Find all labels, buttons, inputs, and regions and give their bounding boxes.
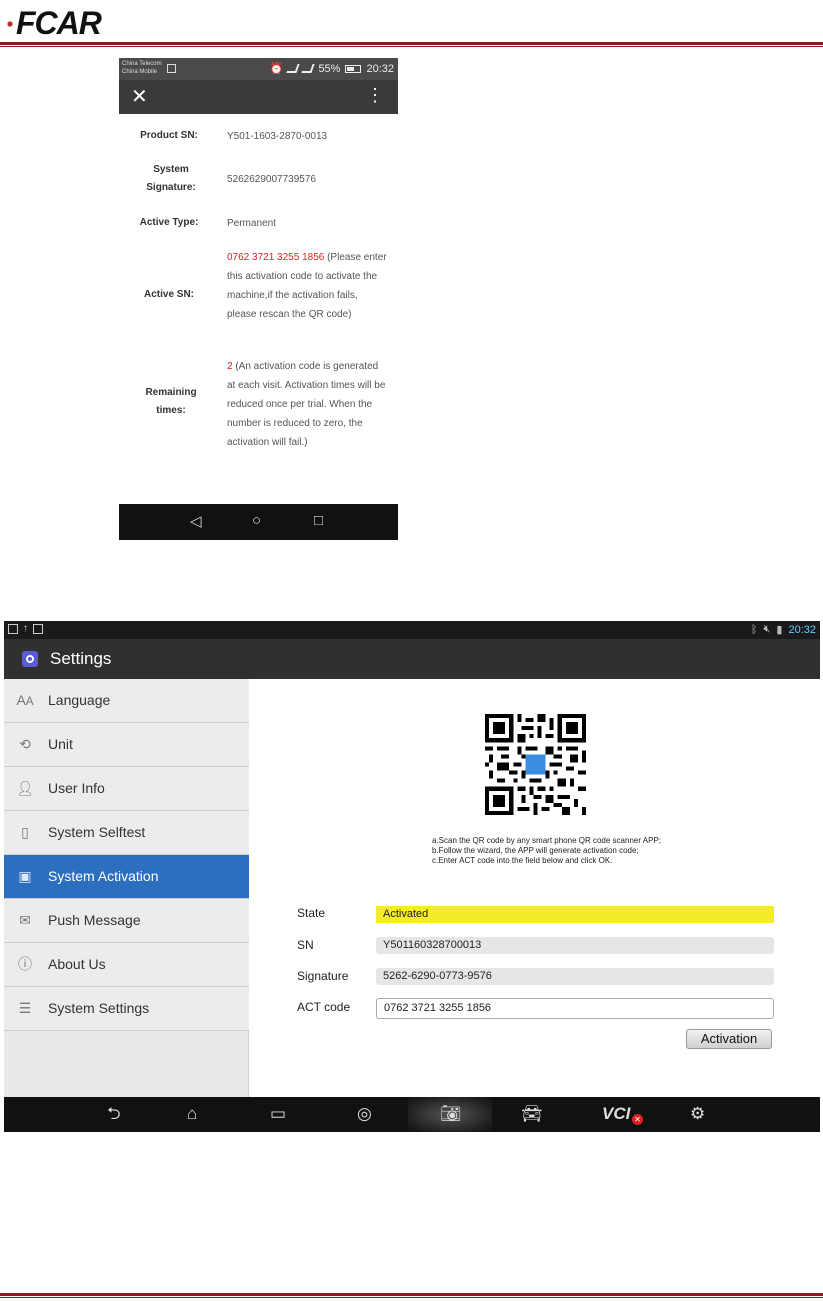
system-signature-label: System Signature: [146,164,196,193]
back-icon[interactable]: ◁ [190,512,202,530]
settings-app-icon [22,651,38,667]
close-icon[interactable]: ✕ [131,86,148,108]
home-icon[interactable]: ⌂ [187,1104,197,1124]
user-icon: 👤︎ [16,780,34,796]
home-icon[interactable]: ○ [252,512,261,529]
tablet-time: 20:32 [788,623,816,636]
remaining-times-label: Remaining times: [145,387,197,416]
chat-icon [33,623,43,634]
instruction-line: c.Enter ACT code into the field below an… [432,856,613,865]
active-type-label: Active Type: [139,217,199,228]
fcar-logo: FCAR [7,5,103,38]
tablet-screenshot: ↑ ᛒ 🔇︎ ▮ 20:32 Settings AA Language ⟲ Un… [4,621,820,1132]
sidebar-item-push-message[interactable]: ✉ Push Message [4,899,249,943]
unit-icon: ⟲ [19,736,31,752]
signature-field: 5262-6290-0773-9576 [376,968,774,985]
activation-instructions: a.Scan the QR code by any smart phone QR… [432,836,661,866]
product-sn-label: Product SN: [140,130,198,141]
info-icon: ⓘ [18,956,32,972]
footer-rule [0,1293,823,1299]
message-icon: ✉ [19,912,31,928]
state-value: Activated [376,906,774,923]
carrier-1: China Telecom [122,61,162,67]
sliders-icon: ☰ [18,1000,32,1016]
signal-icon [286,64,301,73]
alarm-icon: ⏰ [269,63,284,75]
act-code-input[interactable]: 0762 3721 3255 1856 [376,998,774,1019]
sidebar-item-system-activation[interactable]: ▣ System Activation [4,855,249,899]
active-sn-code: 0762 3721 3255 1856 [227,252,325,263]
activation-icon: ▣ [18,868,32,884]
browser-icon[interactable]: ◎ [357,1104,372,1124]
active-sn-label: Active SN: [143,289,194,300]
system-signature-value: 5262629007739576 [227,174,316,185]
sn-label: SN [297,938,314,952]
act-code-label: ACT code [297,1000,351,1014]
instruction-line: a.Scan the QR code by any smart phone QR… [432,836,662,845]
phone-toolbar: ✕ ⋮ [119,80,398,114]
sidebar-item-user-info[interactable]: 👤︎ User Info [4,767,249,811]
svg-text:FCAR: FCAR [16,5,102,38]
language-icon: AA [16,692,34,708]
phone-screenshot: China Telecom China Mobile ⏰ 55% 20:32 ✕… [119,58,398,540]
activation-panel: a.Scan the QR code by any smart phone QR… [250,679,820,1097]
vci-error-icon: ✕ [632,1114,643,1125]
activation-qr-code [485,714,586,815]
remaining-note: (An activation code is generated at each… [227,361,386,448]
sidebar-item-language[interactable]: AA Language [4,679,249,723]
mute-icon: 🔇︎ [763,623,771,635]
tablet-nav-bar: ⮌ ⌂ ▭ ◎ 📷︎ 🚘︎ VCI ✕ ⚙ [4,1097,820,1132]
activation-button[interactable]: Activation [686,1029,772,1049]
header-rule [0,42,823,47]
phone-status-bar: China Telecom China Mobile ⏰ 55% 20:32 [119,58,398,80]
sidebar-item-system-selftest[interactable]: ▯ System Selftest [4,811,249,855]
more-vert-icon[interactable]: ⋮ [366,84,384,106]
phone-nav-bar: ◁ ○ □ [119,504,398,540]
battery-icon [345,64,362,73]
remaining-times-value: 2 (An activation code is generated at ea… [227,357,389,452]
selftest-icon: ▯ [21,824,29,840]
settings-sidebar: AA Language ⟲ Unit 👤︎ User Info ▯ System… [4,679,249,1097]
gear-icon[interactable]: ⚙ [690,1104,705,1124]
sidebar-item-system-settings[interactable]: ☰ System Settings [4,987,249,1031]
vci-label[interactable]: VCI [602,1104,630,1124]
car-icon[interactable]: 🚘︎ [521,1104,543,1124]
camera-icon[interactable]: 📷︎ [440,1104,462,1124]
recents-icon[interactable]: □ [314,512,323,529]
active-sn-value: 0762 3721 3255 1856 (Please enter this a… [227,248,389,324]
signature-label: Signature [297,969,349,983]
recents-icon[interactable]: ▭ [270,1104,286,1124]
signal-icon-2 [301,64,316,73]
phone-time: 20:32 [366,62,394,75]
sidebar-item-about-us[interactable]: ⓘ About Us [4,943,249,987]
sidebar-item-unit[interactable]: ⟲ Unit [4,723,249,767]
settings-action-bar: Settings [4,639,820,679]
state-label: State [297,906,326,920]
sn-field: Y501160328700013 [376,937,774,954]
carrier-2: China Mobile [122,69,158,75]
page-title: Settings [50,649,112,668]
product-sn-value: Y501-1603-2870-0013 [227,131,328,142]
gallery-icon [8,623,18,634]
image-icon [167,64,176,73]
back-icon[interactable]: ⮌ [107,1104,121,1124]
upload-icon: ↑ [23,623,28,634]
active-type-value: Permanent [227,218,276,229]
bluetooth-icon: ᛒ [750,623,758,636]
battery-icon: ▮ [776,624,783,636]
battery-percent: 55% [318,62,341,75]
instruction-line: b.Follow the wizard, the APP will genera… [432,846,639,855]
tablet-status-bar: ↑ ᛒ 🔇︎ ▮ 20:32 [4,621,820,639]
